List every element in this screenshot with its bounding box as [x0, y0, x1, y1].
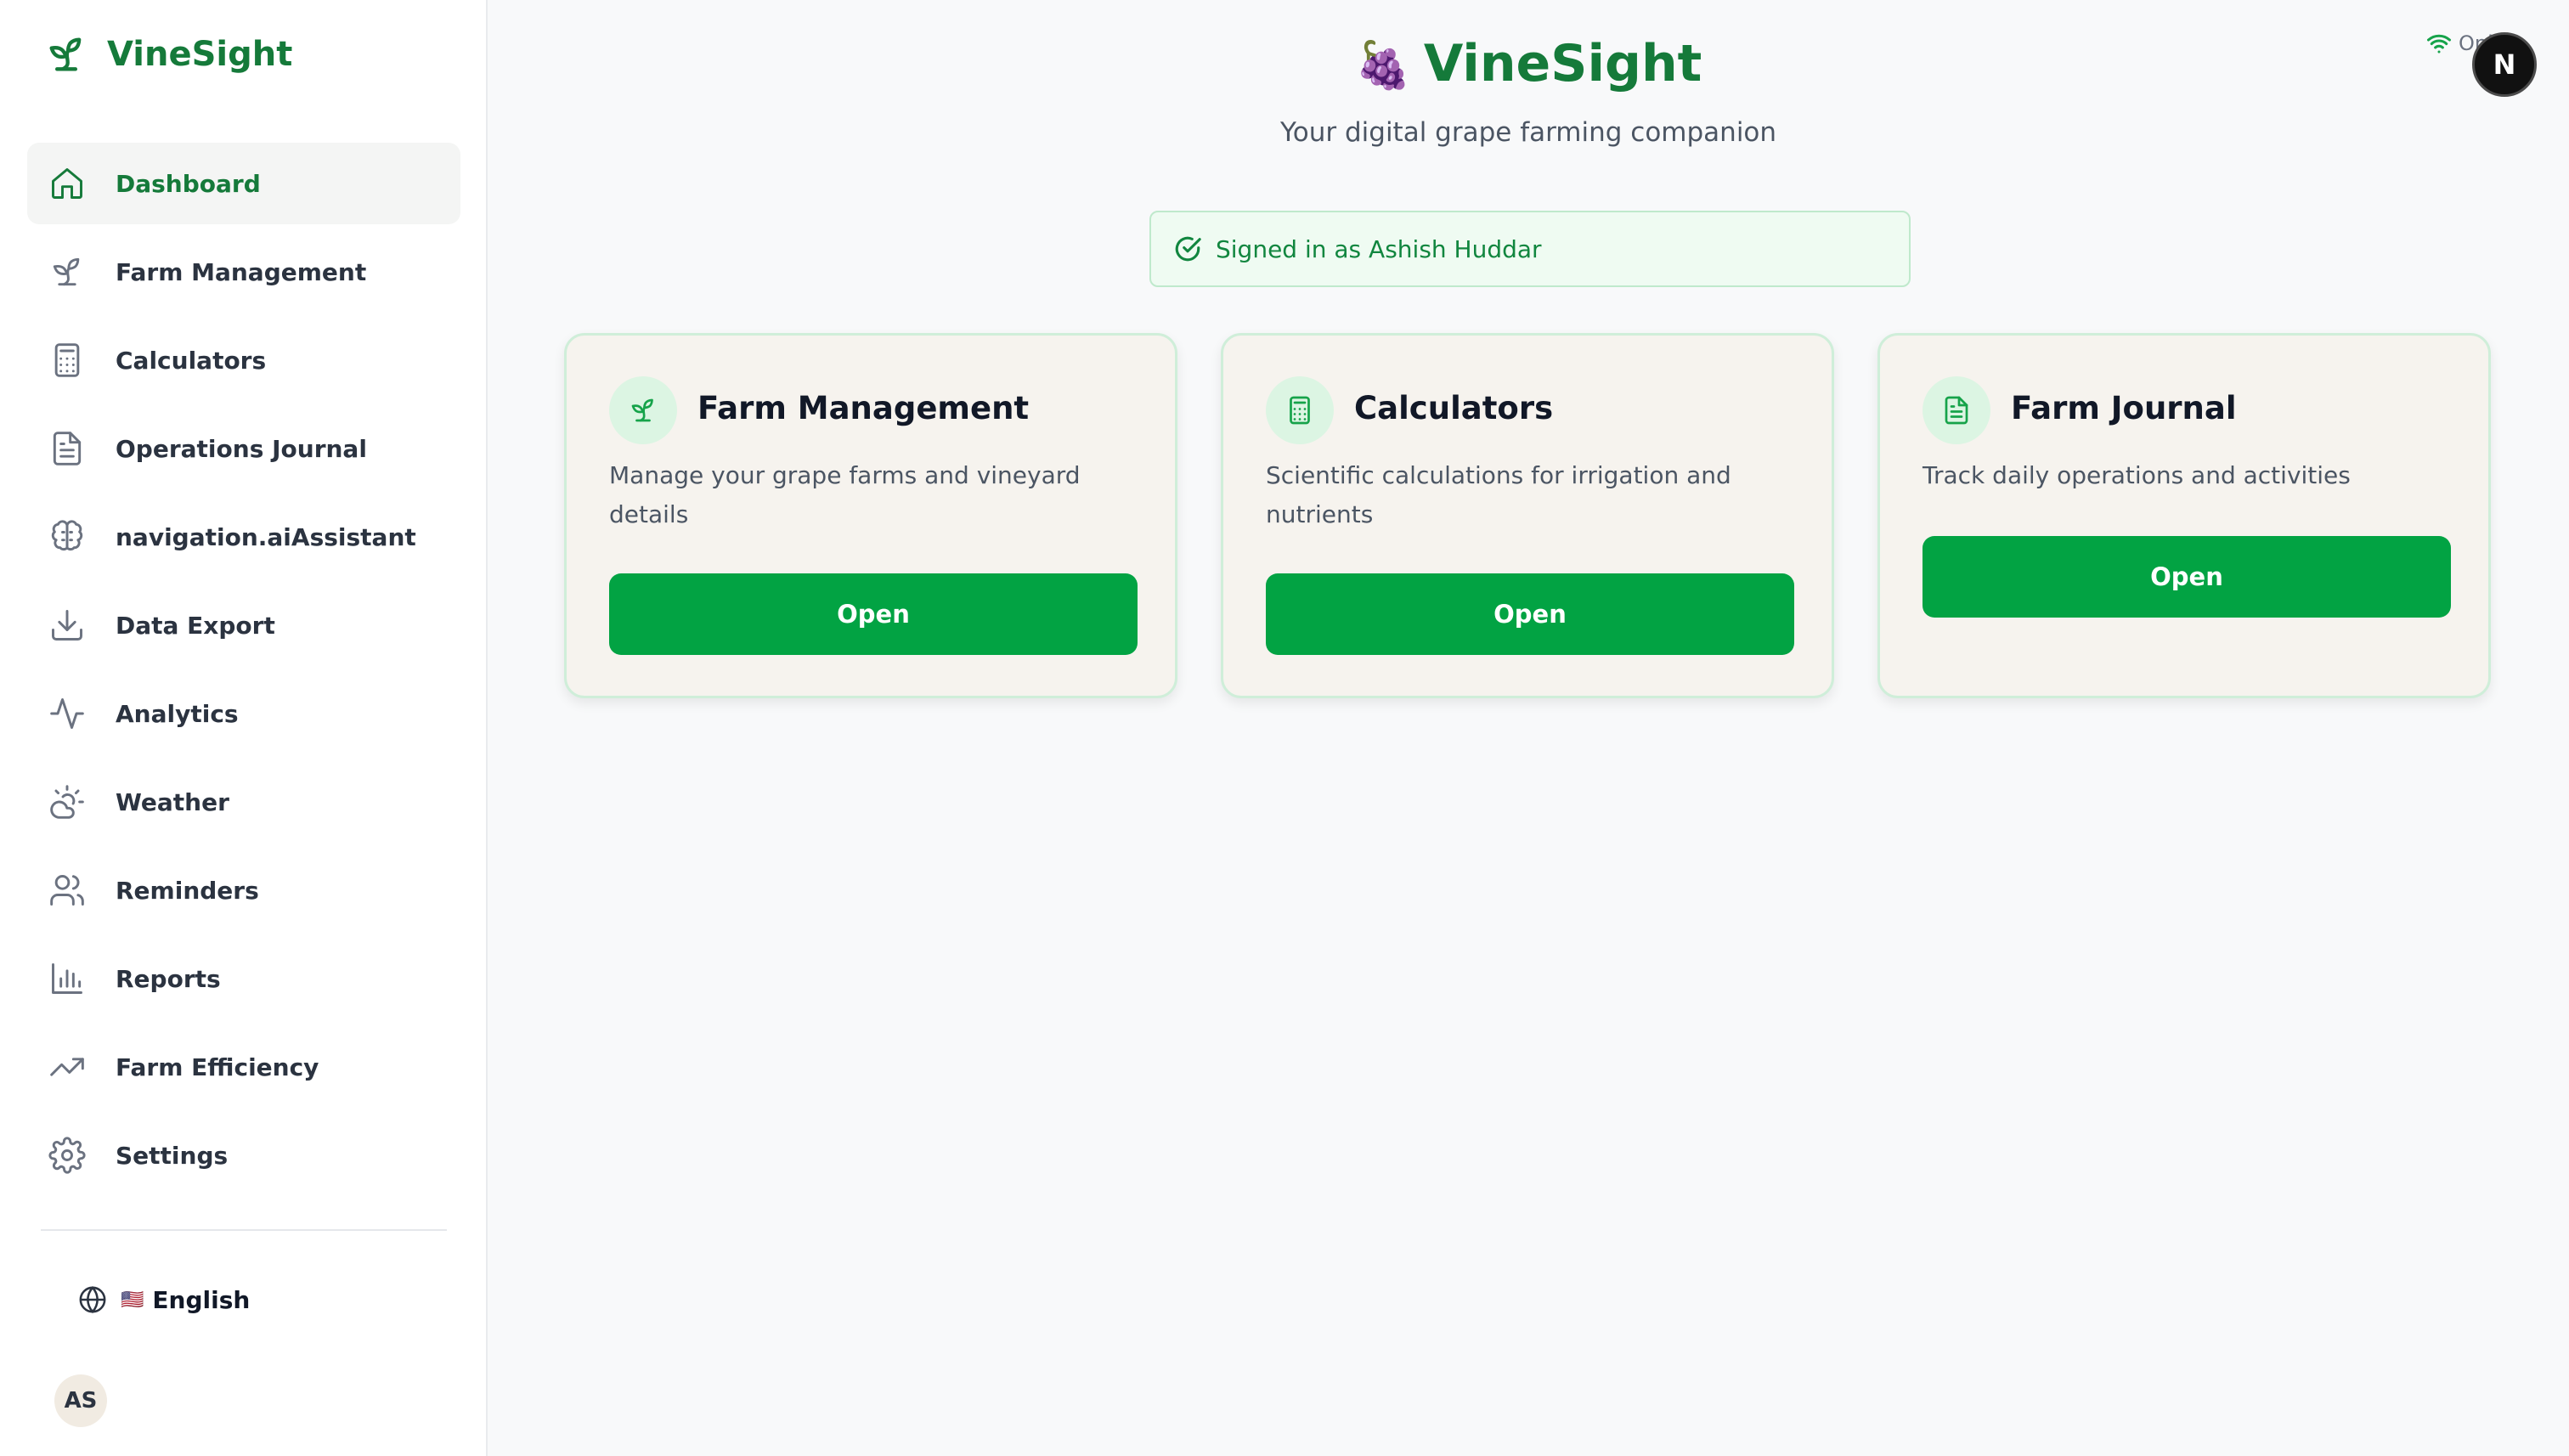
- page-title-text: VineSight: [1423, 34, 1702, 93]
- card-farm-journal: Farm Journal Track daily operations and …: [1877, 333, 2491, 698]
- brand[interactable]: VineSight: [44, 31, 292, 78]
- sidebar-item-label: Analytics: [116, 699, 239, 728]
- sidebar-item-analytics[interactable]: Analytics: [27, 673, 460, 754]
- sidebar-item-farm-efficiency[interactable]: Farm Efficiency: [27, 1026, 460, 1108]
- sidebar-item-weather[interactable]: Weather: [27, 761, 460, 843]
- page-title: 🍇 VineSight: [488, 34, 2569, 93]
- brain-icon: [48, 517, 87, 556]
- sidebar-item-reminders[interactable]: Reminders: [27, 849, 460, 931]
- sidebar-item-label: Dashboard: [116, 169, 261, 198]
- cloud-sun-icon: [48, 782, 87, 821]
- activity-icon: [48, 694, 87, 733]
- sidebar-item-operations-journal[interactable]: Operations Journal: [27, 408, 460, 489]
- sidebar-item-label: Reports: [116, 964, 221, 993]
- sprout-icon: [609, 376, 677, 444]
- signed-in-banner: Signed in as Ashish Huddar: [1149, 211, 1911, 287]
- sidebar-nav: Dashboard Farm Management Calculators Op…: [27, 143, 460, 1203]
- page-subtitle: Your digital grape farming companion: [1279, 117, 1777, 148]
- sprout-logo-icon: [49, 37, 82, 71]
- sidebar-item-label: navigation.aiAssistant: [116, 522, 416, 551]
- sidebar-item-label: Operations Journal: [116, 434, 367, 463]
- sidebar-item-ai-assistant[interactable]: navigation.aiAssistant: [27, 496, 460, 578]
- open-farm-management-button[interactable]: Open: [609, 573, 1138, 655]
- card-title: Calculators: [1354, 390, 1554, 426]
- sidebar-item-data-export[interactable]: Data Export: [27, 584, 460, 666]
- calculator-icon: [1266, 376, 1334, 444]
- card-title: Farm Journal: [2011, 390, 2237, 426]
- sidebar-item-label: Weather: [116, 787, 229, 816]
- grape-icon: 🍇: [1354, 38, 1412, 92]
- sidebar: VineSight Dashboard Farm Management Calc…: [0, 0, 488, 1456]
- sidebar-item-calculators[interactable]: Calculators: [27, 319, 460, 401]
- download-icon: [48, 606, 87, 645]
- sidebar-item-label: Settings: [116, 1141, 229, 1170]
- sidebar-item-dashboard[interactable]: Dashboard: [27, 143, 460, 224]
- card-description: Scientific calculations for irrigation a…: [1266, 461, 1731, 528]
- users-icon: [48, 871, 87, 910]
- sidebar-item-label: Calculators: [116, 346, 267, 375]
- card-farm-management: Farm Management Manage your grape farms …: [564, 333, 1177, 698]
- sidebar-item-reports[interactable]: Reports: [27, 938, 460, 1019]
- sprout-icon: [48, 252, 87, 291]
- sidebar-divider: [41, 1229, 447, 1231]
- language-label: English: [152, 1285, 251, 1314]
- avatar[interactable]: AS: [54, 1374, 107, 1427]
- sidebar-item-label: Farm Management: [116, 257, 367, 286]
- open-farm-journal-button[interactable]: Open: [1923, 536, 2451, 618]
- sidebar-item-label: Farm Efficiency: [116, 1052, 319, 1081]
- sidebar-item-farm-management[interactable]: Farm Management: [27, 231, 460, 313]
- card-calculators: Calculators Scientific calculations for …: [1221, 333, 1834, 698]
- gear-icon: [48, 1136, 87, 1175]
- wifi-icon: [2427, 34, 2451, 54]
- us-flag-icon: 🇺🇸: [121, 1289, 144, 1311]
- trending-up-icon: [48, 1047, 87, 1086]
- globe-icon: [79, 1285, 106, 1314]
- brand-name: VineSight: [107, 35, 293, 74]
- signed-in-text: Signed in as Ashish Huddar: [1216, 234, 1542, 263]
- document-icon: [48, 429, 87, 468]
- sidebar-item-settings[interactable]: Settings: [27, 1115, 460, 1196]
- language-selector[interactable]: 🇺🇸 English: [78, 1281, 250, 1318]
- card-description: Track daily operations and activities: [1923, 461, 2351, 489]
- main-content: 🍇 VineSight Your digital grape farming co…: [488, 0, 2569, 1456]
- document-icon: [1923, 376, 1990, 444]
- sidebar-item-label: Data Export: [116, 611, 275, 640]
- sidebar-item-label: Reminders: [116, 876, 259, 905]
- card-description: Manage your grape farms and vineyard det…: [609, 461, 1081, 528]
- home-icon: [48, 164, 87, 203]
- next-badge[interactable]: N: [2472, 32, 2537, 97]
- check-circle-icon: [1175, 236, 1201, 262]
- card-title: Farm Management: [697, 390, 1030, 426]
- calculator-icon: [48, 341, 87, 380]
- open-calculators-button[interactable]: Open: [1266, 573, 1794, 655]
- bar-chart-icon: [48, 959, 87, 998]
